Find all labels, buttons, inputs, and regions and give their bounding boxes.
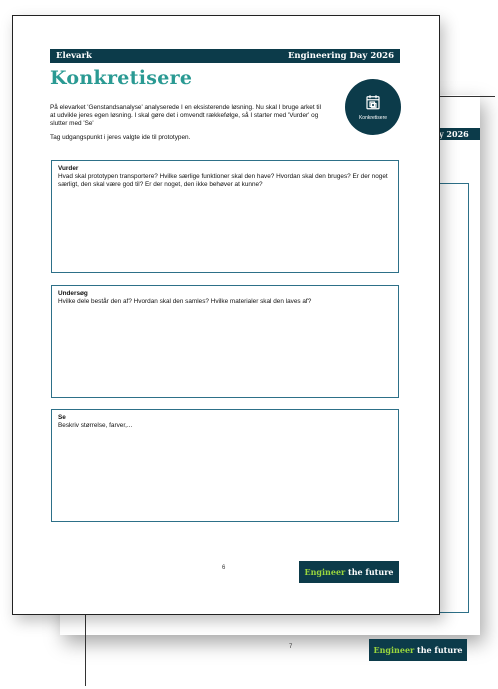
section-vurder[interactable]: Vurder Hvad skal prototypen transportere…	[51, 160, 399, 273]
front-page: Elevark Engineering Day 2026 Konkretiser…	[12, 15, 440, 615]
logo-strong: Engineer	[373, 645, 415, 655]
section-title: Vurder	[58, 165, 79, 172]
front-page-header: Elevark Engineering Day 2026	[50, 49, 400, 63]
front-page-number: 6	[222, 565, 226, 571]
section-undersoeg[interactable]: Undersøg Hvilke dele består den af? Hvor…	[51, 285, 399, 398]
logo-rest: the future	[414, 645, 463, 655]
section-se[interactable]: Se Beskriv størrelse, farver,...	[51, 409, 399, 522]
back-page-number: 7	[289, 644, 293, 650]
section-text: Hvilke dele består den af? Hvordan skal …	[58, 298, 312, 305]
header-left: Elevark	[56, 51, 92, 61]
konkretisere-badge: Konkretisere	[345, 79, 401, 135]
section-title: Undersøg	[58, 290, 88, 297]
crop-line-vertical	[85, 614, 86, 686]
page-title: Konkretisere	[50, 67, 193, 89]
badge-label: Konkretisere	[358, 115, 388, 121]
section-text: Beskriv størrelse, farver,...	[58, 422, 133, 429]
section-title: Se	[58, 414, 66, 421]
back-page-logo: Engineer the future	[369, 639, 467, 661]
document-stage: y 2026 7 Engineer the future Elevark Eng…	[0, 0, 498, 689]
intro-text: På elevarket 'Genstandsanalyse' analyser…	[50, 104, 321, 127]
front-page-logo: Engineer the future	[299, 561, 399, 583]
intro-text-2: Tag udgangspunkt i jeres valgte ide til …	[50, 134, 191, 141]
crop-line-horizontal	[437, 96, 495, 97]
logo-strong: Engineer	[304, 567, 346, 577]
header-right: Engineering Day 2026	[287, 51, 394, 61]
back-page-frame	[438, 183, 469, 613]
section-text: Hvad skal prototypen transportere? Hvilk…	[58, 173, 388, 188]
back-page-header: y 2026	[435, 128, 480, 140]
notepad-icon	[366, 95, 380, 110]
logo-rest: the future	[345, 567, 394, 577]
